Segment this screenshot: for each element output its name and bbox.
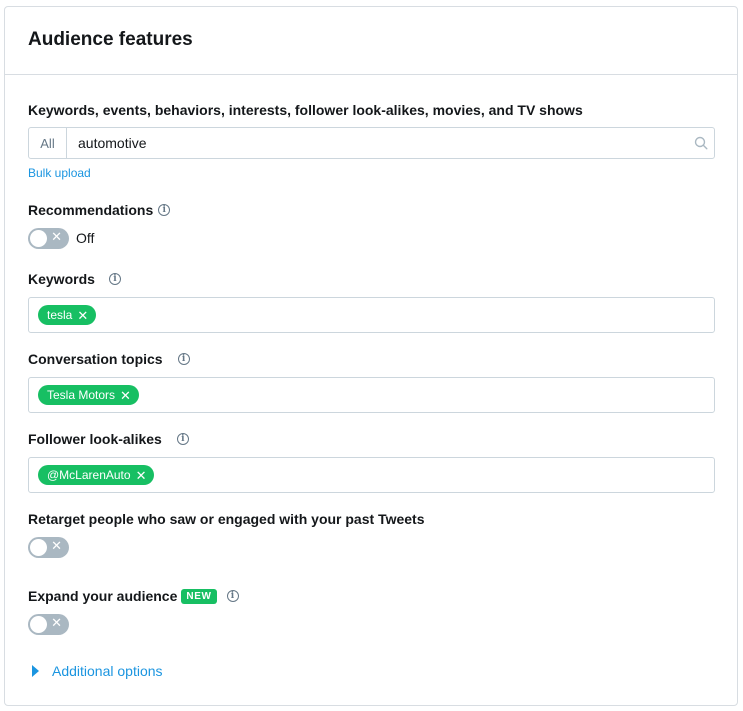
toggle-knob	[30, 539, 47, 556]
recommendations-label-text: Recommendations	[28, 202, 154, 218]
follower-lookalike-token: @McLarenAuto ✕	[38, 465, 155, 485]
remove-token-icon[interactable]: ✕	[136, 469, 147, 482]
recommendations-toggle[interactable]: ✕	[28, 228, 69, 249]
remove-token-icon[interactable]: ✕	[77, 309, 88, 322]
keywords-token-field[interactable]: tesla ✕	[28, 297, 715, 333]
conversation-topics-label-text: Conversation topics	[28, 351, 163, 367]
toggle-knob	[30, 616, 47, 633]
follower-lookalikes-label-text: Follower look-alikes	[28, 431, 162, 447]
retarget-label: Retarget people who saw or engaged with …	[28, 511, 424, 527]
search-label-text: Keywords, events, behaviors, interests, …	[28, 102, 583, 118]
expand-audience-toggle[interactable]: ✕	[28, 614, 69, 635]
panel-title: Audience features	[28, 28, 193, 50]
info-icon[interactable]: i	[176, 433, 189, 445]
recommendations-state: Off	[76, 230, 95, 246]
conversation-topics-token-field[interactable]: Tesla Motors ✕	[28, 377, 715, 413]
retarget-toggle[interactable]: ✕	[28, 537, 69, 558]
keywords-label: Keywords i	[28, 271, 121, 287]
conversation-topics-label: Conversation topics i	[28, 351, 190, 367]
expand-audience-label-text: Expand your audience	[28, 588, 178, 604]
additional-options-toggle[interactable]: Additional options	[32, 663, 163, 679]
new-badge: NEW	[181, 588, 217, 604]
targeting-search-box: All	[28, 127, 715, 159]
info-icon[interactable]: i	[108, 273, 121, 285]
keyword-token: tesla ✕	[38, 305, 97, 325]
toggle-knob	[30, 230, 47, 247]
info-icon[interactable]: i	[177, 353, 190, 365]
keywords-label-text: Keywords	[28, 271, 95, 287]
info-icon[interactable]: i	[158, 204, 171, 216]
search-label: Keywords, events, behaviors, interests, …	[28, 102, 583, 118]
close-icon: ✕	[51, 615, 62, 630]
follower-lookalikes-token-field[interactable]: @McLarenAuto ✕	[28, 457, 715, 493]
token-label: tesla	[47, 308, 73, 322]
search-icon	[688, 136, 714, 150]
follower-lookalikes-label: Follower look-alikes i	[28, 431, 189, 447]
token-label: @McLarenAuto	[47, 468, 131, 482]
conversation-topic-token: Tesla Motors ✕	[38, 385, 139, 405]
search-scope-selector[interactable]: All	[29, 128, 67, 158]
info-icon[interactable]: i	[226, 590, 239, 602]
retarget-label-text: Retarget people who saw or engaged with …	[28, 511, 425, 527]
close-icon: ✕	[51, 229, 62, 244]
panel-header: Audience features	[5, 7, 737, 75]
close-icon: ✕	[51, 538, 62, 553]
targeting-search-input[interactable]	[67, 128, 688, 158]
additional-options-label: Additional options	[52, 663, 163, 679]
recommendations-label: Recommendations i	[28, 202, 171, 218]
expand-audience-label: Expand your audience NEW i	[28, 588, 239, 604]
audience-features-panel: Audience features Keywords, events, beha…	[4, 6, 738, 706]
bulk-upload-link[interactable]: Bulk upload	[28, 166, 91, 180]
remove-token-icon[interactable]: ✕	[120, 389, 131, 402]
caret-right-icon	[32, 665, 39, 677]
token-label: Tesla Motors	[47, 388, 116, 402]
